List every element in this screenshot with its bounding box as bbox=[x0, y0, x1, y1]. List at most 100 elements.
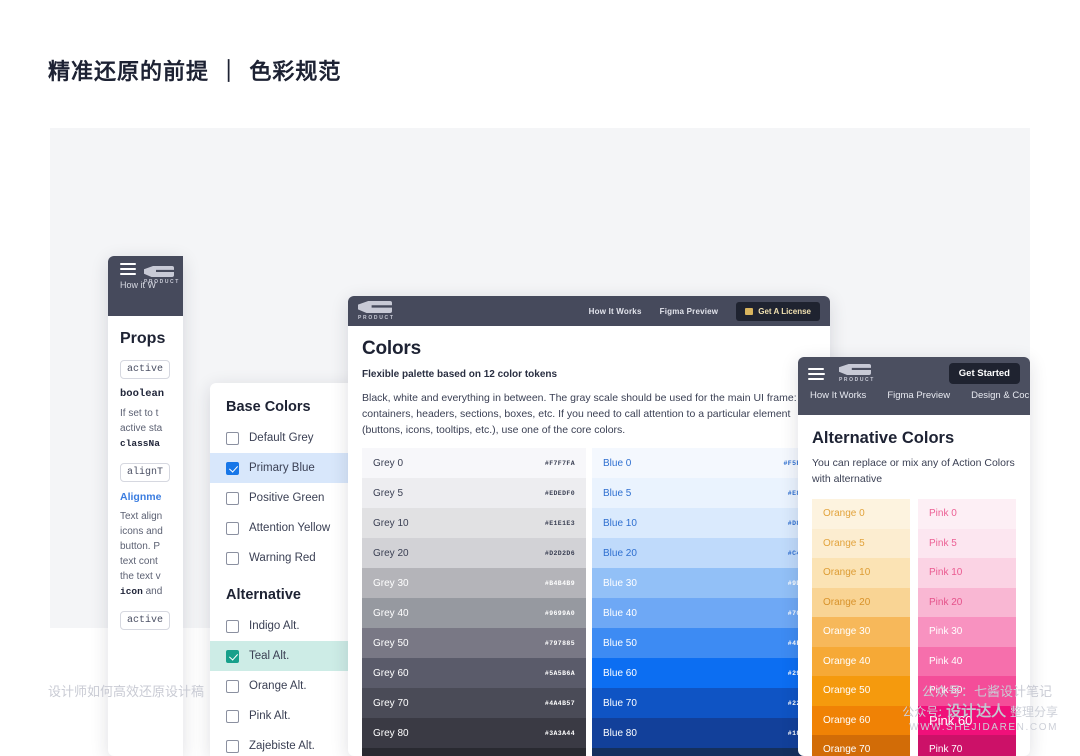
color-swatch[interactable]: Orange 0 bbox=[812, 499, 910, 529]
color-swatch-hex: #F7F7FA bbox=[544, 459, 575, 467]
colors-window[interactable]: PRODUCT How It Works Figma Preview Get A… bbox=[348, 296, 830, 756]
color-swatch[interactable]: Pink 70 bbox=[918, 735, 1016, 756]
prop-name-chip: active bbox=[120, 611, 171, 630]
checkbox-icon[interactable] bbox=[226, 521, 239, 535]
checkbox-icon[interactable] bbox=[226, 619, 239, 633]
colors-nav-links: How It Works Figma Preview Get A License bbox=[589, 301, 820, 321]
color-swatch[interactable]: Pink 30 bbox=[918, 617, 1016, 647]
cart-icon bbox=[745, 307, 754, 315]
base-colors-window[interactable]: Base Colors Default Grey Primary Blue Po… bbox=[210, 383, 358, 756]
color-swatch-hex: #E1E1E3 bbox=[544, 519, 575, 527]
color-swatch-name: Grey 0 bbox=[373, 457, 404, 469]
color-swatch-name: Blue 10 bbox=[603, 517, 637, 529]
nav-link-figma-preview[interactable]: Figma Preview bbox=[887, 390, 950, 401]
color-swatch[interactable]: Blue 50 #4F9 bbox=[592, 628, 816, 658]
checkbox-label: Indigo Alt. bbox=[249, 620, 300, 632]
hamburger-icon[interactable] bbox=[120, 263, 136, 275]
checkbox-icon[interactable] bbox=[226, 679, 239, 693]
base-colors-list: Base Colors Default Grey Primary Blue Po… bbox=[210, 383, 358, 756]
checkbox-icon[interactable] bbox=[226, 551, 239, 565]
color-swatch[interactable]: Orange 70 bbox=[812, 735, 910, 756]
checkbox-row-warning-red[interactable]: Warning Red bbox=[210, 543, 358, 573]
color-swatch-name: Orange 60 bbox=[823, 714, 871, 726]
checkbox-row-primary-blue[interactable]: Primary Blue bbox=[210, 453, 358, 483]
color-swatch-name: Pink 20 bbox=[929, 596, 963, 608]
checkbox-icon[interactable] bbox=[226, 491, 239, 505]
color-swatch[interactable]: Grey 60 #5A5B6A bbox=[362, 658, 586, 688]
color-swatch[interactable]: Grey 10 #E1E1E3 bbox=[362, 508, 586, 538]
color-swatch[interactable]: Orange 30 bbox=[812, 617, 910, 647]
checkbox-icon-checked[interactable] bbox=[226, 649, 239, 663]
color-swatch-name: Blue 60 bbox=[603, 667, 637, 679]
color-swatch[interactable]: Grey 90#292A31 bbox=[362, 748, 586, 756]
logo-mark-icon bbox=[144, 266, 174, 277]
color-swatch[interactable]: Blue 90#133 bbox=[592, 748, 816, 756]
color-swatch[interactable]: Orange 50 bbox=[812, 676, 910, 706]
color-swatch[interactable]: Pink 10 bbox=[918, 558, 1016, 588]
color-swatch[interactable]: Grey 40 #9699A0 bbox=[362, 598, 586, 628]
checkbox-icon-checked[interactable] bbox=[226, 461, 239, 475]
checkbox-icon[interactable] bbox=[226, 739, 239, 753]
checkbox-row-pink-alt[interactable]: Pink Alt. bbox=[210, 701, 358, 731]
get-a-license-button[interactable]: Get A License bbox=[736, 301, 820, 321]
color-swatch-name: Grey 10 bbox=[373, 517, 409, 529]
color-swatch[interactable]: Pink 5 bbox=[918, 528, 1016, 558]
color-swatch[interactable]: Grey 30 #B4B4B9 bbox=[362, 568, 586, 598]
color-swatch[interactable]: Blue 70 #226 bbox=[592, 688, 816, 718]
color-swatch-name: Pink 30 bbox=[929, 626, 963, 638]
checkbox-label: Zajebiste Alt. bbox=[249, 740, 315, 752]
prop-desc-line: the text v bbox=[120, 571, 161, 582]
color-swatch[interactable]: Pink 0 bbox=[918, 499, 1016, 529]
logo: PRODUCT bbox=[839, 364, 875, 383]
checkbox-row-positive-green[interactable]: Positive Green bbox=[210, 483, 358, 513]
nav-link-how-it-works[interactable]: How It Works bbox=[810, 390, 866, 401]
color-swatch-name: Blue 5 bbox=[603, 487, 632, 499]
color-swatch[interactable]: Blue 0 #F5F9 bbox=[592, 448, 816, 478]
color-swatch[interactable]: Blue 20 #C4D bbox=[592, 538, 816, 568]
logo-subtitle: PRODUCT bbox=[839, 377, 875, 383]
color-swatch[interactable]: Grey 50 #797885 bbox=[362, 628, 586, 658]
color-swatch[interactable]: Orange 5 bbox=[812, 528, 910, 558]
color-swatch[interactable]: Blue 60 #297 bbox=[592, 658, 816, 688]
color-swatch[interactable]: Pink 40 bbox=[918, 646, 1016, 676]
color-swatch[interactable]: Pink 20 bbox=[918, 587, 1016, 617]
color-swatch[interactable]: Grey 70 #4A4B57 bbox=[362, 688, 586, 718]
color-swatch-name: Blue 70 bbox=[603, 697, 637, 709]
checkbox-row-teal-alt[interactable]: Teal Alt. bbox=[210, 641, 358, 671]
design-canvas: PRODUCT How it W Props active boolean If… bbox=[50, 128, 1030, 756]
prop-desc-line: button. P bbox=[120, 541, 161, 552]
watermark-prefix: 公众号: bbox=[902, 705, 947, 719]
nav-link-how-it-works[interactable]: How It Works bbox=[589, 307, 642, 316]
color-swatch[interactable]: Grey 5 #EDEDF0 bbox=[362, 478, 586, 508]
get-started-button[interactable]: Get Started bbox=[948, 363, 1020, 384]
color-swatch[interactable]: Grey 80 #3A3A44 bbox=[362, 718, 586, 748]
color-swatch[interactable]: Orange 40 bbox=[812, 646, 910, 676]
colors-window-navbar: PRODUCT How It Works Figma Preview Get A… bbox=[348, 296, 830, 326]
nav-link-figma-preview[interactable]: Figma Preview bbox=[660, 307, 719, 316]
color-swatch[interactable]: Grey 0 #F7F7FA bbox=[362, 448, 586, 478]
checkbox-icon[interactable] bbox=[226, 709, 239, 723]
color-swatch[interactable]: Orange 20 bbox=[812, 587, 910, 617]
checkbox-row-default-grey[interactable]: Default Grey bbox=[210, 423, 358, 453]
swatch-column-blue: Blue 0 #F5F9 Blue 5 #E8F Blue 10 #D8E Blue 20 #… bbox=[592, 448, 816, 756]
color-swatch-name: Orange 70 bbox=[823, 744, 871, 756]
color-swatch[interactable]: Blue 5 #E8F bbox=[592, 478, 816, 508]
checkbox-icon[interactable] bbox=[226, 431, 239, 445]
checkbox-row-zajebiste-alt[interactable]: Zajebiste Alt. bbox=[210, 731, 358, 756]
slide-page: 精准还原的前提 ｜ 色彩规范 PRODUCT How it W Props ac… bbox=[0, 0, 1080, 756]
props-window-body: Props active boolean If set to t active … bbox=[108, 316, 183, 630]
color-swatch[interactable]: Blue 80 #184 bbox=[592, 718, 816, 748]
color-swatch-name: Pink 10 bbox=[929, 567, 963, 579]
prop-desc-line: If set to t bbox=[120, 408, 159, 419]
color-swatch[interactable]: Orange 60 bbox=[812, 705, 910, 735]
color-swatch[interactable]: Blue 10 #D8E bbox=[592, 508, 816, 538]
color-swatch[interactable]: Blue 30 #9DC bbox=[592, 568, 816, 598]
color-swatch[interactable]: Grey 20 #D2D2D6 bbox=[362, 538, 586, 568]
color-swatch[interactable]: Orange 10 bbox=[812, 558, 910, 588]
checkbox-row-orange-alt[interactable]: Orange Alt. bbox=[210, 671, 358, 701]
checkbox-row-indigo-alt[interactable]: Indigo Alt. bbox=[210, 611, 358, 641]
nav-link-design-and-code[interactable]: Design & Coc bbox=[971, 390, 1029, 401]
checkbox-row-attention-yellow[interactable]: Attention Yellow bbox=[210, 513, 358, 543]
hamburger-icon[interactable] bbox=[808, 367, 825, 380]
color-swatch[interactable]: Blue 40 #70A bbox=[592, 598, 816, 628]
